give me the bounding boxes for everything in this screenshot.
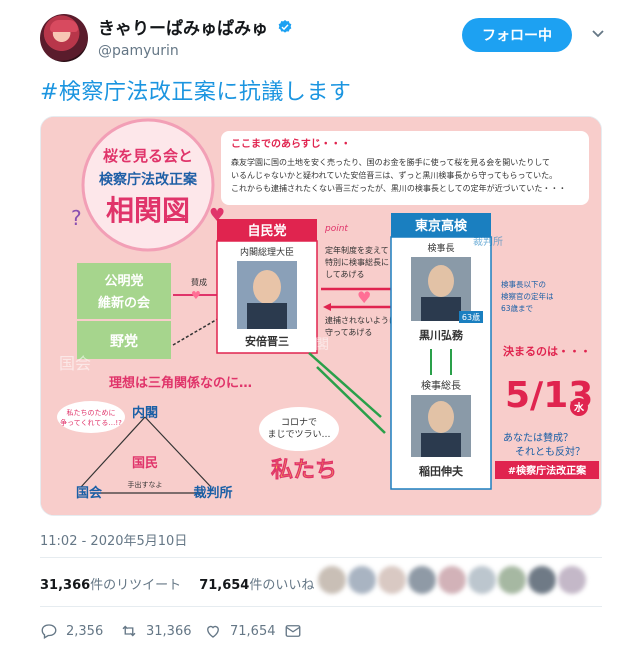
tweet-header: きゃりーぱみゅぱみゅ @pamyurin フォロー中 xyxy=(40,12,620,62)
tweet-timestamp[interactable]: 11:02 - 2020年5月10日 xyxy=(40,530,187,549)
svg-text:争ってくれてる…!?: 争ってくれてる…!? xyxy=(60,418,122,427)
svg-text:?: ? xyxy=(71,206,82,230)
svg-text:してあげる: してあげる xyxy=(325,270,365,279)
display-name[interactable]: きゃりーぱみゅぱみゅ xyxy=(98,14,268,39)
ldp-box: 自民党 内閣総理大臣 安倍晋三 内閣 xyxy=(216,219,329,354)
liker-avatar[interactable] xyxy=(468,566,496,594)
svg-text:♥: ♥ xyxy=(357,288,371,307)
chevron-down-icon[interactable] xyxy=(588,24,608,44)
follow-button[interactable]: フォロー中 xyxy=(462,18,572,52)
triangle-left: 国会 xyxy=(76,485,103,501)
direct-message-button[interactable] xyxy=(284,621,310,641)
tokyo-role: 検事長 xyxy=(427,242,454,254)
svg-text:特別に検事総長に: 特別に検事総長に xyxy=(325,257,389,267)
title-line-1: 桜を見る会と xyxy=(103,147,193,165)
reply-count: 2,356 xyxy=(66,623,104,639)
tweet-hashtag[interactable]: #検察庁法改正案に抗議します xyxy=(40,74,351,106)
verified-badge-icon xyxy=(278,19,292,33)
title-line-2: 検察庁法改正案 xyxy=(99,171,198,188)
general-role: 検事総長 xyxy=(421,379,461,392)
liker-avatar[interactable] xyxy=(348,566,376,594)
us-label: 私たち xyxy=(271,458,337,483)
avatar[interactable] xyxy=(40,14,88,62)
svg-text:検察官の定年は: 検察官の定年は xyxy=(501,291,554,301)
svg-text:検事長以下の: 検事長以下の xyxy=(501,279,546,289)
reply-button[interactable]: 2,356 xyxy=(40,621,103,641)
recap-line-2: いるんじゃないかと疑われていた安倍晋三は、ずっと黒川検事長から守ってもらっていた… xyxy=(231,170,557,180)
heart-icon xyxy=(207,625,219,638)
liker-avatar[interactable] xyxy=(498,566,526,594)
triangle-right: 裁判所 xyxy=(193,485,232,501)
svg-text:それとも反対？: それとも反対？ xyxy=(515,445,585,458)
liker-avatar[interactable] xyxy=(378,566,406,594)
like-count: 71,654 xyxy=(230,623,276,639)
reply-icon xyxy=(41,624,57,639)
svg-text:63歳まで: 63歳まで xyxy=(501,303,533,313)
svg-text:公明党: 公明党 xyxy=(104,273,143,289)
svg-text:コロナで: コロナで xyxy=(281,417,317,428)
tokyo-box: 東京高検 検事長 63歳 黒川弘務 検事総長 稲田伸夫 裁判所 xyxy=(390,213,503,490)
divider xyxy=(40,606,602,607)
author-block: きゃりーぱみゅぱみゅ @pamyurin xyxy=(98,14,293,59)
hashtag-banner: #検察庁法改正案 xyxy=(508,464,587,477)
liker-avatar[interactable] xyxy=(438,566,466,594)
recap-box: ここまでのあらすじ・・・ 森友学園に国の土地を安く売ったり、国のお金を勝手に使っ… xyxy=(221,131,589,205)
watermark-kokkai: 国会 xyxy=(59,354,91,373)
title-big: 相関図 xyxy=(106,194,190,227)
svg-text:守ってあげる: 守ってあげる xyxy=(325,327,372,337)
decision-day: 水 xyxy=(573,401,585,414)
ldp-name: 安倍晋三 xyxy=(245,334,289,348)
handle[interactable]: @pamyurin xyxy=(98,43,293,59)
tokyo-age: 63歳 xyxy=(462,312,480,322)
divider xyxy=(40,557,602,558)
retweet-count-stat[interactable]: 31,366件のリツイート xyxy=(40,578,181,593)
svg-text:私たちのために: 私たちのために xyxy=(67,408,116,417)
svg-text:あなたは賛成？: あなたは賛成？ xyxy=(503,431,573,444)
tweet-image[interactable]: 桜を見る会と 検察庁法改正案 相関図 ? ♥ ここまでのあらすじ・・・ 森友学園… xyxy=(40,116,602,516)
triangle-side-label: 手出すなよ xyxy=(128,480,163,489)
svg-text:♥: ♥ xyxy=(191,289,201,302)
tokyo-office: 東京高検 xyxy=(415,218,468,234)
decision-lead: 決まるのは・・・ xyxy=(503,344,591,358)
ldp-role: 内閣総理大臣 xyxy=(240,246,294,258)
tokyo-name: 黒川弘務 xyxy=(419,328,464,342)
correlation-chart-poster: 桜を見る会と 検察庁法改正案 相関図 ? ♥ ここまでのあらすじ・・・ 森友学園… xyxy=(41,117,601,515)
approve-label: 賛成 xyxy=(191,277,207,287)
envelope-icon xyxy=(285,625,301,637)
triangle-center: 国民 xyxy=(132,456,158,471)
liker-avatar[interactable] xyxy=(318,566,346,594)
recap-heading: ここまでのあらすじ・・・ xyxy=(231,137,351,150)
triangle-heading: 理想は三角関係なのに… xyxy=(109,375,252,391)
triangle-top: 内閣 xyxy=(132,405,158,421)
ldp-party: 自民党 xyxy=(247,223,286,239)
svg-text:逮捕されないように: 逮捕されないように xyxy=(325,315,397,325)
retweet-count: 31,366 xyxy=(146,623,192,639)
watermark-naikaku: 内閣 xyxy=(301,337,329,353)
like-count-stat[interactable]: 71,654件のいいね xyxy=(199,578,314,593)
retweet-button[interactable]: 31,366 xyxy=(120,621,192,641)
liker-avatar[interactable] xyxy=(528,566,556,594)
liker-avatar[interactable] xyxy=(558,566,586,594)
opposition-label: 野党 xyxy=(110,333,138,350)
svg-text:定年制度を変えて: 定年制度を変えて xyxy=(325,245,389,255)
watermark-saibansho: 裁判所 xyxy=(473,235,503,248)
engagement-stats: 31,366件のリツイート 71,654件のいいね xyxy=(40,574,314,593)
recap-line-1: 森友学園に国の土地を安く売ったり、国のお金を勝手に使って桜を見る会を開いたりして xyxy=(231,157,550,167)
recap-line-3: これからも逮捕されたくない晋三だったが、黒川の検事長としての定年が近づいていた・… xyxy=(231,183,566,193)
svg-text:維新の会: 維新の会 xyxy=(98,295,151,311)
svg-text:まじでツラい…: まじでツラい… xyxy=(267,429,330,440)
general-name: 稲田伸夫 xyxy=(419,464,464,478)
liker-avatar[interactable] xyxy=(408,566,436,594)
like-button[interactable]: 71,654 xyxy=(204,621,276,641)
point-label: point xyxy=(324,224,348,234)
retweet-icon xyxy=(122,625,136,637)
